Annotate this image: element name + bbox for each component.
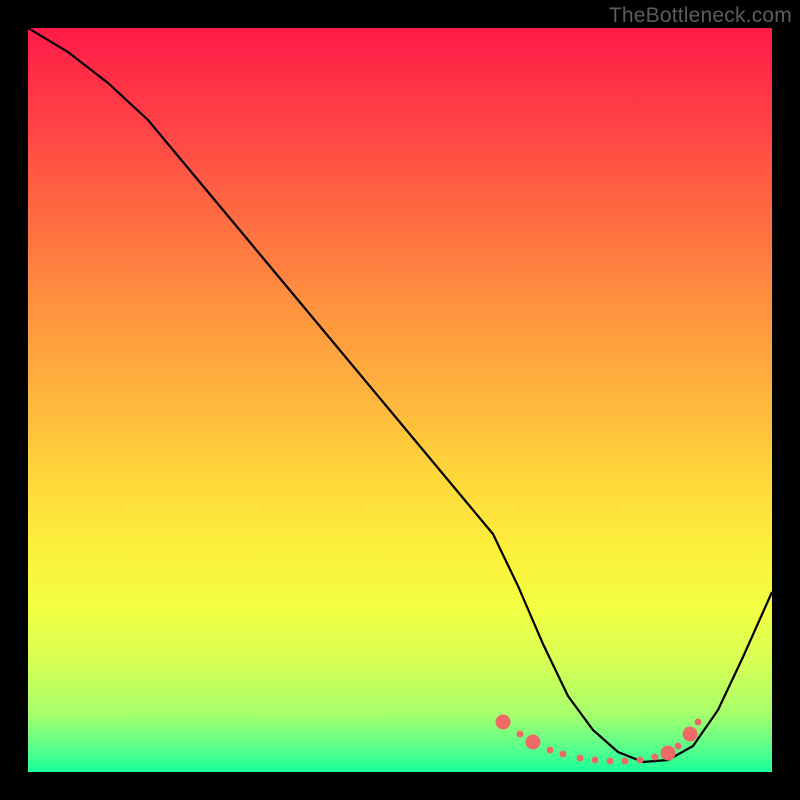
marker-dot	[675, 743, 682, 750]
plot-area	[28, 28, 772, 772]
marker-dot	[560, 751, 567, 758]
marker-dot	[607, 758, 614, 765]
marker-dot	[496, 715, 511, 730]
marker-dot	[517, 731, 524, 738]
marker-dot	[661, 746, 676, 761]
marker-dot	[592, 757, 599, 764]
marker-dot	[622, 758, 629, 765]
marker-dot	[695, 719, 702, 726]
curve-line	[28, 28, 772, 762]
chart-frame: TheBottleneck.com	[0, 0, 800, 800]
marker-dot	[683, 727, 698, 742]
marker-dot	[577, 755, 584, 762]
marker-dot	[637, 757, 644, 764]
marker-dot	[652, 754, 659, 761]
chart-svg	[28, 28, 772, 772]
marker-dot	[526, 735, 541, 750]
watermark-text: TheBottleneck.com	[609, 4, 792, 28]
curve-markers	[496, 715, 702, 765]
marker-dot	[547, 747, 554, 754]
